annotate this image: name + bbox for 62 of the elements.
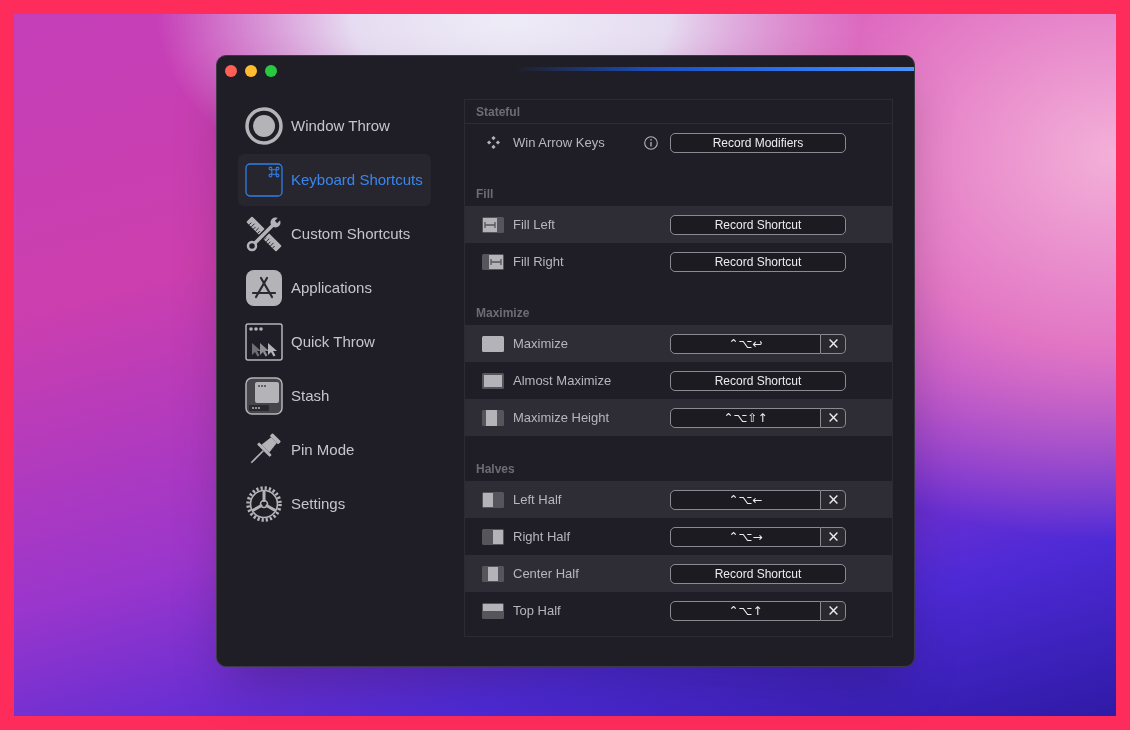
row-label: Left Half xyxy=(513,490,563,509)
sidebar-item[interactable]: Settings xyxy=(238,478,431,530)
window-tile-icon xyxy=(245,377,283,415)
info-icon[interactable] xyxy=(644,135,658,150)
shortcut-button[interactable]: ⌃⌥← xyxy=(670,489,821,510)
shortcut-button[interactable]: ⌃⌥→ xyxy=(670,526,821,547)
sidebar-item[interactable]: Keyboard Shortcuts xyxy=(238,154,431,206)
row-label: Win Arrow Keys xyxy=(513,133,606,152)
record-button[interactable]: Record Modifiers xyxy=(670,132,846,153)
window-layout-icon xyxy=(482,253,504,270)
row-label: Fill Right xyxy=(513,252,565,271)
window-layout-icon xyxy=(482,335,504,352)
close-icon xyxy=(828,339,838,348)
shortcut-button[interactable]: ⌃⌥↑ xyxy=(670,600,821,621)
clear-button[interactable] xyxy=(821,526,846,547)
section-header: Stateful xyxy=(476,103,520,121)
window-layout-icon xyxy=(482,602,504,619)
minimize-button[interactable] xyxy=(245,65,257,77)
window-layout-icon xyxy=(482,216,504,233)
record-button[interactable]: Record Shortcut xyxy=(670,251,846,272)
row-label: Center Half xyxy=(513,564,580,583)
clear-button[interactable] xyxy=(821,600,846,621)
close-button[interactable] xyxy=(225,65,237,77)
sidebar-item[interactable]: Quick Throw xyxy=(238,316,431,368)
sidebar-item[interactable]: Pin Mode xyxy=(238,424,431,476)
row-label: Fill Left xyxy=(513,215,556,234)
settings-icon xyxy=(245,485,283,523)
window-cursors-icon xyxy=(245,323,283,361)
sidebar-item[interactable]: Applications xyxy=(238,262,431,314)
record-button[interactable]: Record Shortcut xyxy=(670,214,846,235)
section-header: Halves xyxy=(476,461,515,478)
row-label: Top Half xyxy=(513,601,562,620)
command-key-icon xyxy=(245,161,283,199)
close-icon xyxy=(828,413,838,422)
close-icon xyxy=(828,606,838,615)
row-label: Maximize xyxy=(513,334,569,353)
row-label: Right Half xyxy=(513,527,572,546)
sidebar-item[interactable]: Stash xyxy=(238,370,431,422)
row-label: Almost Maximize xyxy=(513,371,613,390)
app-tile-icon xyxy=(245,269,283,307)
clear-button[interactable] xyxy=(821,489,846,510)
window-layout-icon xyxy=(482,409,504,426)
window-layout-icon xyxy=(482,565,504,582)
four-diamonds-icon xyxy=(486,136,500,149)
window-layout-icon xyxy=(482,528,504,545)
clear-button[interactable] xyxy=(821,407,846,428)
close-icon xyxy=(828,532,838,541)
zoom-button[interactable] xyxy=(265,65,277,77)
sidebar-item[interactable]: Custom Shortcuts xyxy=(238,208,431,260)
section-header: Fill xyxy=(476,186,494,203)
ring-icon xyxy=(245,107,283,145)
shortcut-button[interactable]: ⌃⌥↩ xyxy=(670,333,821,354)
sidebar-item[interactable]: Window Throw xyxy=(238,100,431,152)
clear-button[interactable] xyxy=(821,333,846,354)
window-layout-icon xyxy=(482,491,504,508)
row-label: Maximize Height xyxy=(513,408,611,427)
section-header: Maximize xyxy=(476,305,530,322)
record-button[interactable]: Record Shortcut xyxy=(670,370,846,391)
close-icon xyxy=(828,495,838,504)
record-button[interactable]: Record Shortcut xyxy=(670,563,846,584)
window-layout-icon xyxy=(482,372,504,389)
shortcut-button[interactable]: ⌃⌥⇧↑ xyxy=(670,407,821,428)
